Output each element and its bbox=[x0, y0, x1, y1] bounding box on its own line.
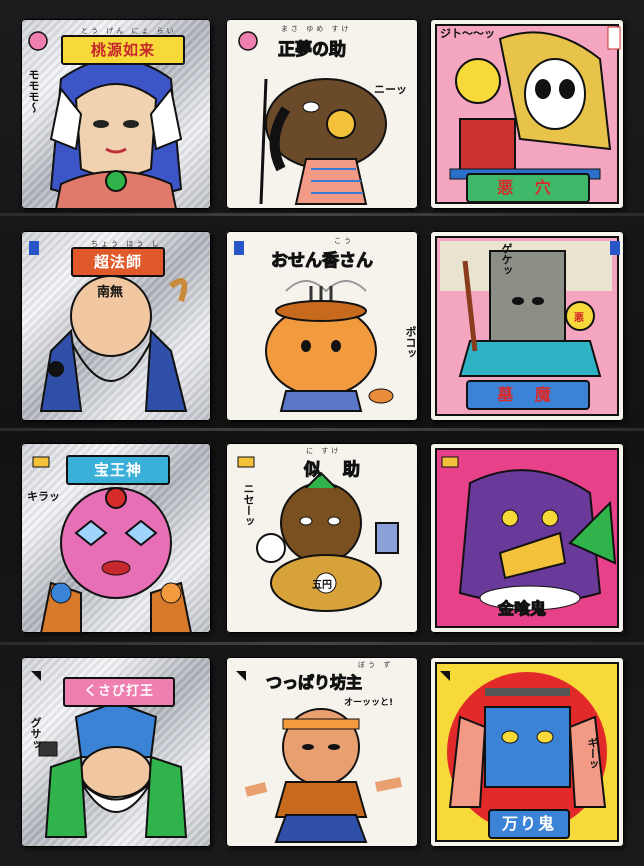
sticker-manriki[interactable]: ギーッ 万り鬼 bbox=[430, 657, 624, 847]
emblem-kanji: 悪 bbox=[574, 313, 584, 324]
sound-effect-text: ポコッ bbox=[404, 326, 417, 359]
sticker-sheet: とう げん にょ らい 桃源如来 モモモ〜 まさ ゆめ すけ 正夢の助 ニーッ bbox=[0, 0, 644, 866]
sleeve-divider bbox=[0, 428, 644, 431]
name-title: 金喰鬼 bbox=[497, 599, 547, 619]
name-title: おせん香さん bbox=[271, 251, 374, 272]
name-ruby: ぼう ず bbox=[358, 661, 394, 669]
sound-effect-text: モモモ〜 bbox=[27, 69, 40, 113]
sticker-akuana[interactable]: ジト〜〜ッ 悪 穴 bbox=[430, 19, 624, 209]
sticker-tsuppari-bozu[interactable]: ぼう ず つっぱり坊主 オーッッと! bbox=[226, 657, 418, 847]
name-banner: くさび打王 bbox=[63, 677, 175, 707]
name-plate: 万り鬼 bbox=[488, 809, 570, 839]
coin-kanji: 五円 bbox=[312, 580, 332, 591]
name-plate: 墓 魔 bbox=[466, 380, 590, 410]
name-ruby: こう bbox=[334, 237, 354, 245]
sticker-kusabi-uchioh[interactable]: くさび打王 グサッ bbox=[21, 657, 211, 847]
sticker-nisuke[interactable]: に すけ 似 助 ニセーッ 五円 bbox=[226, 443, 418, 633]
name-title: 似 助 bbox=[304, 460, 368, 481]
sound-effect-text: ギーッ bbox=[586, 737, 599, 770]
sticker-kinkuiki[interactable]: 金喰鬼 bbox=[430, 443, 624, 633]
name-banner: 桃源如来 bbox=[61, 35, 185, 65]
sleeve-divider bbox=[0, 213, 644, 216]
name-ruby: まさ ゆめ すけ bbox=[281, 25, 352, 33]
sound-effect-text: ゲケッ bbox=[500, 243, 513, 276]
sticker-togen-nyorai[interactable]: とう げん にょ らい 桃源如来 モモモ〜 bbox=[21, 19, 211, 209]
sound-effect-text: キラッ bbox=[27, 490, 60, 503]
name-title: 正夢の助 bbox=[278, 40, 347, 61]
sticker-masayume-no-suke[interactable]: まさ ゆめ すけ 正夢の助 ニーッ bbox=[226, 19, 418, 209]
sticker-cho-hoshi[interactable]: ちょう ほう し 超法師 南無 bbox=[21, 231, 211, 421]
forehead-kanji: 南無 bbox=[97, 285, 124, 300]
name-banner: 超法師 bbox=[71, 247, 165, 277]
sound-effect-text: グサッ bbox=[29, 717, 42, 750]
name-plate: 悪 穴 bbox=[466, 173, 590, 203]
sticker-hoo-jin[interactable]: 宝王神 キラッ bbox=[21, 443, 211, 633]
sleeve-divider bbox=[0, 642, 644, 645]
sticker-osenko-san[interactable]: こう おせん香さん ポコッ bbox=[226, 231, 418, 421]
name-title: つっぱり坊主 bbox=[265, 673, 363, 693]
sound-effect-text: ニーッ bbox=[374, 83, 407, 96]
sticker-hakama[interactable]: ゲケッ 悪 墓 魔 bbox=[430, 231, 624, 421]
sound-effect-text: ニセーッ bbox=[242, 483, 255, 527]
sound-effect-text: オーッッと! bbox=[344, 698, 394, 708]
sound-effect-text: ジト〜〜ッ bbox=[440, 27, 495, 40]
name-banner: 宝王神 bbox=[66, 455, 170, 485]
